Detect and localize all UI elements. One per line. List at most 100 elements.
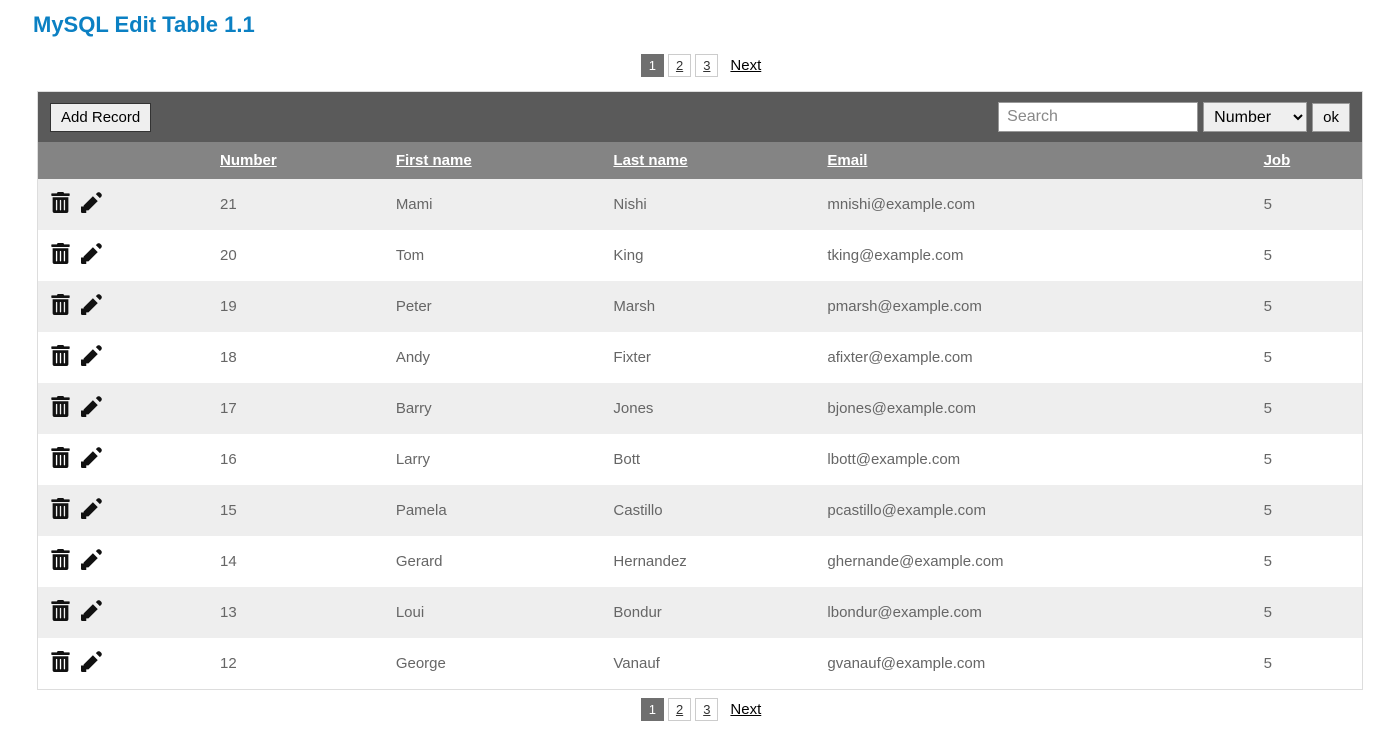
- cell-actions: [38, 281, 208, 332]
- column-header-job[interactable]: Job: [1252, 142, 1362, 179]
- cell-number: 20: [208, 230, 384, 281]
- trash-icon[interactable]: [50, 498, 71, 523]
- table-container: Add Record NumberFirst nameLast nameEmai…: [37, 91, 1363, 690]
- trash-icon[interactable]: [50, 294, 71, 319]
- cell-email: lbondur@example.com: [815, 587, 1251, 638]
- cell-actions: [38, 383, 208, 434]
- cell-actions: [38, 179, 208, 230]
- cell-email: gvanauf@example.com: [815, 638, 1251, 689]
- table-row: 15PamelaCastillopcastillo@example.com5: [38, 485, 1362, 536]
- cell-number: 18: [208, 332, 384, 383]
- cell-job: 5: [1252, 179, 1362, 230]
- cell-first-name: George: [384, 638, 602, 689]
- cell-job: 5: [1252, 383, 1362, 434]
- table-row: 12GeorgeVanaufgvanauf@example.com5: [38, 638, 1362, 689]
- search-column-select[interactable]: NumberFirst nameLast nameEmailJob: [1203, 102, 1307, 132]
- cell-job: 5: [1252, 332, 1362, 383]
- cell-last-name: Hernandez: [601, 536, 815, 587]
- page-button-3[interactable]: 3: [695, 698, 718, 721]
- page-button-1: 1: [641, 54, 664, 77]
- cell-number: 15: [208, 485, 384, 536]
- edit-icon[interactable]: [81, 549, 102, 574]
- cell-first-name: Gerard: [384, 536, 602, 587]
- cell-actions: [38, 536, 208, 587]
- table-row: 14GerardHernandezghernande@example.com5: [38, 536, 1362, 587]
- cell-last-name: Bott: [601, 434, 815, 485]
- page-button-2[interactable]: 2: [668, 698, 691, 721]
- column-header-email[interactable]: Email: [815, 142, 1251, 179]
- cell-last-name: Marsh: [601, 281, 815, 332]
- edit-icon[interactable]: [81, 600, 102, 625]
- trash-icon[interactable]: [50, 192, 71, 217]
- edit-icon[interactable]: [81, 447, 102, 472]
- cell-number: 17: [208, 383, 384, 434]
- cell-email: afixter@example.com: [815, 332, 1251, 383]
- cell-email: lbott@example.com: [815, 434, 1251, 485]
- column-header-actions: [38, 142, 208, 179]
- column-header-last-name[interactable]: Last name: [601, 142, 815, 179]
- edit-icon[interactable]: [81, 396, 102, 421]
- page-next-link[interactable]: Next: [730, 701, 761, 718]
- cell-actions: [38, 587, 208, 638]
- table-row: 19PeterMarshpmarsh@example.com5: [38, 281, 1362, 332]
- trash-icon[interactable]: [50, 396, 71, 421]
- cell-job: 5: [1252, 230, 1362, 281]
- cell-last-name: Bondur: [601, 587, 815, 638]
- cell-actions: [38, 332, 208, 383]
- table-row: 21MamiNishimnishi@example.com5: [38, 179, 1362, 230]
- column-header-number[interactable]: Number: [208, 142, 384, 179]
- search-group: NumberFirst nameLast nameEmailJob ok: [998, 102, 1350, 132]
- table-row: 20TomKingtking@example.com5: [38, 230, 1362, 281]
- cell-job: 5: [1252, 638, 1362, 689]
- page-title: MySQL Edit Table 1.1: [33, 12, 1400, 38]
- table-header-row: NumberFirst nameLast nameEmailJob: [38, 142, 1362, 179]
- cell-number: 12: [208, 638, 384, 689]
- trash-icon[interactable]: [50, 600, 71, 625]
- cell-first-name: Peter: [384, 281, 602, 332]
- edit-icon[interactable]: [81, 243, 102, 268]
- trash-icon[interactable]: [50, 549, 71, 574]
- cell-actions: [38, 638, 208, 689]
- cell-job: 5: [1252, 536, 1362, 587]
- cell-last-name: King: [601, 230, 815, 281]
- cell-job: 5: [1252, 587, 1362, 638]
- cell-email: tking@example.com: [815, 230, 1251, 281]
- cell-first-name: Andy: [384, 332, 602, 383]
- trash-icon[interactable]: [50, 447, 71, 472]
- column-header-first-name[interactable]: First name: [384, 142, 602, 179]
- trash-icon[interactable]: [50, 243, 71, 268]
- cell-last-name: Fixter: [601, 332, 815, 383]
- trash-icon[interactable]: [50, 651, 71, 676]
- edit-icon[interactable]: [81, 345, 102, 370]
- data-table: NumberFirst nameLast nameEmailJob 21Mami…: [38, 142, 1362, 689]
- cell-last-name: Jones: [601, 383, 815, 434]
- page-button-3[interactable]: 3: [695, 54, 718, 77]
- edit-icon[interactable]: [81, 192, 102, 217]
- table-row: 17BarryJonesbjones@example.com5: [38, 383, 1362, 434]
- cell-email: bjones@example.com: [815, 383, 1251, 434]
- page-next-link[interactable]: Next: [730, 57, 761, 74]
- cell-number: 13: [208, 587, 384, 638]
- search-ok-button[interactable]: ok: [1312, 103, 1350, 132]
- edit-icon[interactable]: [81, 498, 102, 523]
- trash-icon[interactable]: [50, 345, 71, 370]
- cell-first-name: Mami: [384, 179, 602, 230]
- page-button-2[interactable]: 2: [668, 54, 691, 77]
- cell-number: 19: [208, 281, 384, 332]
- search-input[interactable]: [998, 102, 1198, 132]
- edit-icon[interactable]: [81, 651, 102, 676]
- cell-first-name: Pamela: [384, 485, 602, 536]
- cell-number: 14: [208, 536, 384, 587]
- cell-first-name: Larry: [384, 434, 602, 485]
- cell-job: 5: [1252, 434, 1362, 485]
- cell-email: mnishi@example.com: [815, 179, 1251, 230]
- table-row: 13LouiBondurlbondur@example.com5: [38, 587, 1362, 638]
- table-row: 16LarryBottlbott@example.com5: [38, 434, 1362, 485]
- cell-email: ghernande@example.com: [815, 536, 1251, 587]
- cell-actions: [38, 434, 208, 485]
- cell-email: pcastillo@example.com: [815, 485, 1251, 536]
- edit-icon[interactable]: [81, 294, 102, 319]
- cell-actions: [38, 230, 208, 281]
- add-record-button[interactable]: Add Record: [50, 103, 151, 132]
- cell-last-name: Vanauf: [601, 638, 815, 689]
